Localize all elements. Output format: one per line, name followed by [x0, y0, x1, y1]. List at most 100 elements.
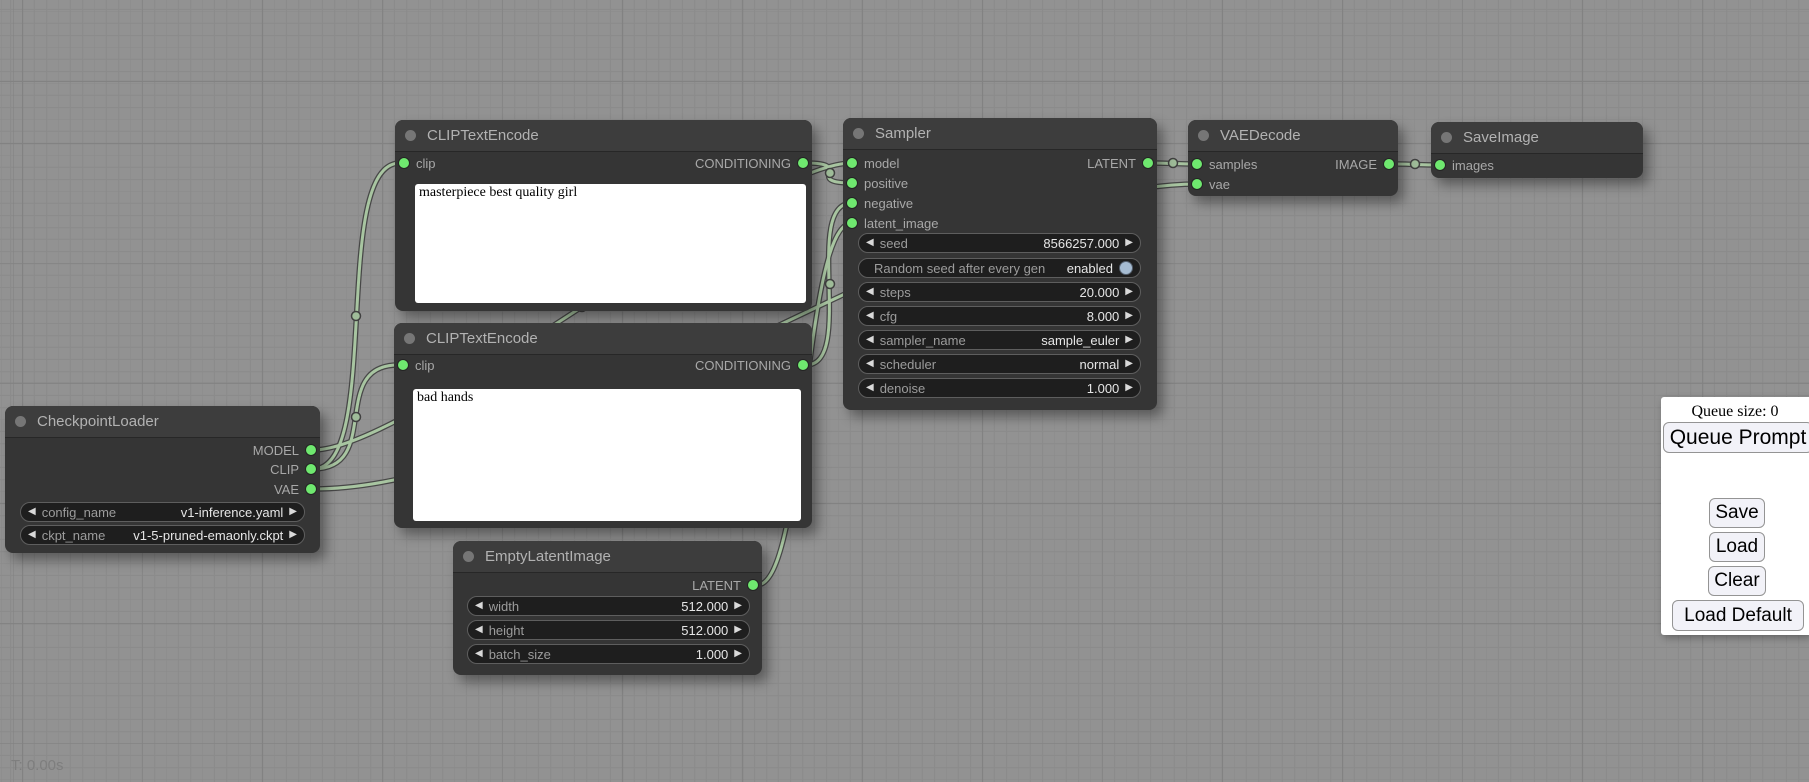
node-titlebar[interactable]: CLIPTextEncode — [394, 323, 812, 355]
increment-arrow-icon[interactable]: ▶ — [1125, 383, 1133, 393]
input-slot-vae: vae — [1192, 174, 1230, 194]
widget-ckpt-name[interactable]: ◀ ckpt_name v1-5-pruned-emaonly.ckpt ▶ — [20, 525, 305, 545]
output-dot[interactable] — [1143, 158, 1153, 168]
decrement-arrow-icon[interactable]: ◀ — [475, 601, 483, 611]
decrement-arrow-icon[interactable]: ◀ — [866, 238, 874, 248]
node-graph-canvas[interactable]: { "canvas": { "timer": "T: 0.00s" }, "co… — [0, 0, 1809, 782]
node-empty-latent-image[interactable]: EmptyLatentImage LATENT ◀ width 512.000 … — [453, 541, 762, 675]
increment-arrow-icon[interactable]: ▶ — [1125, 238, 1133, 248]
increment-arrow-icon[interactable]: ▶ — [1125, 359, 1133, 369]
input-dot[interactable] — [847, 218, 857, 228]
slot-label: LATENT — [692, 578, 741, 593]
input-dot[interactable] — [1435, 160, 1445, 170]
output-dot[interactable] — [1384, 159, 1394, 169]
input-slot-images: images — [1435, 155, 1494, 175]
node-titlebar[interactable]: EmptyLatentImage — [453, 541, 762, 573]
widget-label: height — [489, 623, 524, 638]
load-button[interactable]: Load — [1709, 532, 1765, 562]
collapse-dot-icon[interactable] — [405, 130, 416, 141]
input-dot[interactable] — [399, 158, 409, 168]
widget-width[interactable]: ◀ width 512.000 ▶ — [467, 596, 750, 616]
increment-arrow-icon[interactable]: ▶ — [289, 530, 297, 540]
decrement-arrow-icon[interactable]: ◀ — [866, 383, 874, 393]
widget-value: 512.000 — [681, 623, 728, 638]
decrement-arrow-icon[interactable]: ◀ — [866, 359, 874, 369]
output-dot[interactable] — [798, 158, 808, 168]
widget-label: Random seed after every gen — [874, 261, 1045, 276]
collapse-dot-icon[interactable] — [1441, 132, 1452, 143]
slot-label: clip — [416, 156, 436, 171]
decrement-arrow-icon[interactable]: ◀ — [866, 335, 874, 345]
decrement-arrow-icon[interactable]: ◀ — [28, 530, 36, 540]
load-default-button[interactable]: Load Default — [1672, 600, 1804, 631]
decrement-arrow-icon[interactable]: ◀ — [866, 311, 874, 321]
widget-sampler-name[interactable]: ◀ sampler_name sample_euler ▶ — [858, 330, 1141, 350]
node-checkpoint-loader[interactable]: CheckpointLoader MODEL CLIP VAE ◀ config… — [5, 406, 320, 553]
output-slot-image: IMAGE — [1335, 154, 1394, 174]
collapse-dot-icon[interactable] — [15, 416, 26, 427]
input-dot[interactable] — [1192, 159, 1202, 169]
increment-arrow-icon[interactable]: ▶ — [1125, 287, 1133, 297]
increment-arrow-icon[interactable]: ▶ — [289, 507, 297, 517]
slot-label: IMAGE — [1335, 157, 1377, 172]
input-dot[interactable] — [847, 158, 857, 168]
widget-seed[interactable]: ◀ seed 8566257.000 ▶ — [858, 233, 1141, 253]
slot-label: samples — [1209, 157, 1257, 172]
widget-scheduler[interactable]: ◀ scheduler normal ▶ — [858, 354, 1141, 374]
node-title: EmptyLatentImage — [485, 548, 611, 565]
positive-prompt-textarea[interactable]: masterpiece best quality girl — [415, 184, 806, 303]
node-sampler[interactable]: Sampler model positive negative latent_i… — [843, 118, 1157, 410]
input-dot[interactable] — [847, 178, 857, 188]
save-button[interactable]: Save — [1709, 498, 1765, 528]
output-dot[interactable] — [798, 360, 808, 370]
decrement-arrow-icon[interactable]: ◀ — [475, 649, 483, 659]
collapse-dot-icon[interactable] — [404, 333, 415, 344]
increment-arrow-icon[interactable]: ▶ — [734, 601, 742, 611]
widget-random-seed-toggle[interactable]: Random seed after every gen enabled — [858, 258, 1141, 278]
widget-height[interactable]: ◀ height 512.000 ▶ — [467, 620, 750, 640]
node-titlebar[interactable]: CLIPTextEncode — [395, 120, 812, 152]
collapse-dot-icon[interactable] — [853, 128, 864, 139]
node-title: CLIPTextEncode — [427, 127, 539, 144]
node-titlebar[interactable]: SaveImage — [1431, 122, 1643, 154]
increment-arrow-icon[interactable]: ▶ — [1125, 311, 1133, 321]
increment-arrow-icon[interactable]: ▶ — [1125, 335, 1133, 345]
collapse-dot-icon[interactable] — [1198, 130, 1209, 141]
slot-label: VAE — [274, 482, 299, 497]
node-vae-decode[interactable]: VAEDecode samples vae IMAGE — [1188, 120, 1398, 196]
node-titlebar[interactable]: Sampler — [843, 118, 1157, 150]
input-dot[interactable] — [847, 198, 857, 208]
output-dot[interactable] — [306, 484, 316, 494]
slot-label: MODEL — [253, 443, 299, 458]
widget-label: config_name — [42, 505, 116, 520]
output-dot[interactable] — [306, 445, 316, 455]
output-slot-latent: LATENT — [1087, 153, 1153, 173]
widget-value: normal — [1080, 357, 1120, 372]
output-dot[interactable] — [748, 580, 758, 590]
node-titlebar[interactable]: VAEDecode — [1188, 120, 1398, 152]
widget-batch-size[interactable]: ◀ batch_size 1.000 ▶ — [467, 644, 750, 664]
negative-prompt-textarea[interactable]: bad hands — [413, 389, 801, 521]
node-titlebar[interactable]: CheckpointLoader — [5, 406, 320, 438]
decrement-arrow-icon[interactable]: ◀ — [475, 625, 483, 635]
output-dot[interactable] — [306, 464, 316, 474]
collapse-dot-icon[interactable] — [463, 551, 474, 562]
widget-value: sample_euler — [1041, 333, 1119, 348]
node-clip-text-encode-positive[interactable]: CLIPTextEncode clip CONDITIONING masterp… — [395, 120, 812, 311]
decrement-arrow-icon[interactable]: ◀ — [866, 287, 874, 297]
toggle-dot-icon[interactable] — [1119, 261, 1133, 275]
increment-arrow-icon[interactable]: ▶ — [734, 649, 742, 659]
node-clip-text-encode-negative[interactable]: CLIPTextEncode clip CONDITIONING bad han… — [394, 323, 812, 528]
input-dot[interactable] — [1192, 179, 1202, 189]
widget-denoise[interactable]: ◀ denoise 1.000 ▶ — [858, 378, 1141, 398]
input-slot-negative: negative — [847, 193, 913, 213]
node-save-image[interactable]: SaveImage images — [1431, 122, 1643, 178]
decrement-arrow-icon[interactable]: ◀ — [28, 507, 36, 517]
clear-button[interactable]: Clear — [1708, 566, 1766, 596]
widget-steps[interactable]: ◀ steps 20.000 ▶ — [858, 282, 1141, 302]
widget-cfg[interactable]: ◀ cfg 8.000 ▶ — [858, 306, 1141, 326]
input-dot[interactable] — [398, 360, 408, 370]
queue-prompt-button[interactable]: Queue Prompt — [1663, 422, 1809, 453]
increment-arrow-icon[interactable]: ▶ — [734, 625, 742, 635]
widget-config-name[interactable]: ◀ config_name v1-inference.yaml ▶ — [20, 502, 305, 522]
